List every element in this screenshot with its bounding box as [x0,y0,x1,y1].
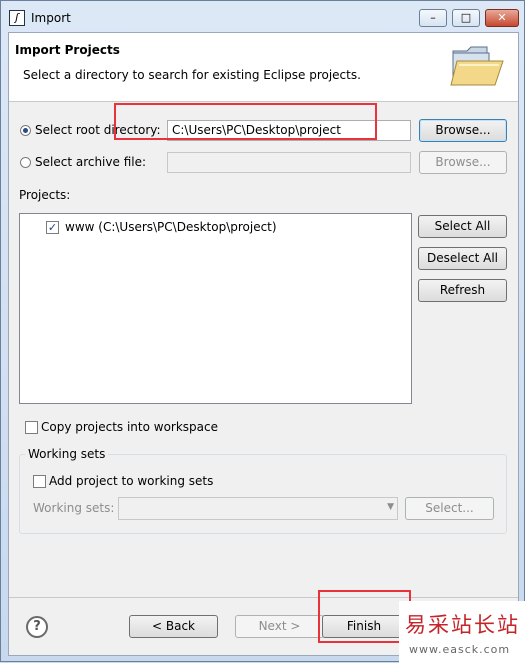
title-bar: ʃ Import – □ ✕ [1,1,524,33]
working-sets-field-label: Working sets: [33,501,115,515]
archive-file-label: Select archive file: [35,155,147,169]
page-title: Import Projects [15,43,120,57]
watermark-url: www.easck.com [409,643,511,656]
copy-projects-checkbox[interactable] [25,421,38,434]
root-directory-highlight [114,103,377,140]
deselect-all-button[interactable]: Deselect All [418,247,507,270]
page-description: Select a directory to search for existin… [23,68,361,82]
help-icon[interactable]: ? [26,616,48,638]
projects-label: Projects: [19,188,71,202]
add-working-sets-label: Add project to working sets [49,474,214,488]
project-item-label: www (C:\Users\PC\Desktop\project) [65,220,277,234]
minimize-button[interactable]: – [419,9,447,27]
wizard-header: Import Projects Select a directory to se… [9,33,518,102]
root-directory-radio[interactable] [20,125,31,136]
watermark: 易采站长站 www.easck.com [399,601,525,663]
maximize-button[interactable]: □ [452,9,480,27]
working-sets-group-title: Working sets [25,447,109,461]
next-button[interactable]: Next > [235,615,324,638]
archive-browse-button[interactable]: Browse... [419,151,507,174]
working-sets-group [19,454,507,534]
back-button[interactable]: < Back [129,615,218,638]
select-all-button[interactable]: Select All [418,215,507,238]
copy-projects-label: Copy projects into workspace [41,420,219,434]
chevron-down-icon: ▼ [387,502,394,512]
finish-highlight [318,590,411,643]
project-checkbox[interactable]: ✓ [46,221,59,234]
watermark-text: 易采站长站 [405,613,520,637]
archive-file-radio[interactable] [20,157,31,168]
add-working-sets-checkbox[interactable] [33,475,46,488]
refresh-button[interactable]: Refresh [418,279,507,302]
import-dialog: ʃ Import – □ ✕ Import Projects Select a … [0,0,525,663]
root-browse-button[interactable]: Browse... [419,119,507,142]
working-sets-combo[interactable]: ▼ [118,497,398,520]
open-folder-icon [450,46,504,86]
projects-list[interactable]: ✓ www (C:\Users\PC\Desktop\project) [19,213,412,404]
working-sets-select-button[interactable]: Select... [405,497,494,520]
eclipse-app-icon: ʃ [9,10,25,26]
footer-divider [9,597,518,598]
window-title: Import [31,11,71,25]
archive-file-input[interactable] [167,152,411,173]
close-button[interactable]: ✕ [485,9,519,27]
